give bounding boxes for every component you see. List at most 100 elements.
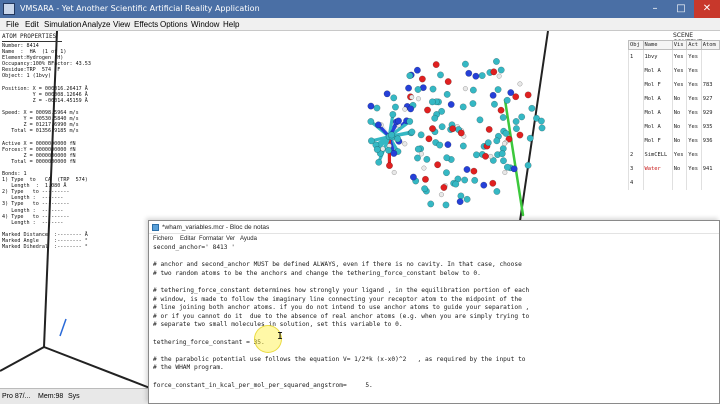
notepad-text-line: # or if you cannot do it due to the abse…: [153, 312, 530, 320]
molecule-atom: [476, 116, 484, 124]
molecule-atom: [507, 89, 515, 97]
molecule-atom: [390, 94, 398, 102]
molecule-atom: [367, 137, 375, 145]
scene-cell-atom: [700, 175, 720, 190]
scene-object-row[interactable]: 2 SimCELL Yes Yes: [628, 147, 720, 162]
molecule-atom: [490, 68, 498, 76]
col-obj[interactable]: Obj: [628, 40, 644, 50]
notepad-menu-formatar[interactable]: Formatar: [199, 234, 223, 244]
menu-simulation[interactable]: Simulation: [42, 18, 83, 31]
molecule-atom: [367, 118, 375, 125]
notepad-text-line: [153, 330, 717, 339]
molecule-atom: [391, 103, 399, 111]
scene-cell-atom: 783: [700, 77, 720, 92]
molecule-atom: [472, 151, 480, 159]
molecule-atom: [528, 104, 536, 112]
scene-object-row[interactable]: 4: [628, 175, 720, 190]
menu-effects[interactable]: Effects: [132, 18, 160, 31]
molecule-atom: [394, 135, 402, 143]
menu-help[interactable]: Help: [221, 18, 241, 31]
scene-cell-atom: [700, 63, 720, 78]
molecule-atom: [434, 161, 442, 169]
notepad-menu-ver[interactable]: Ver: [226, 234, 235, 244]
scene-object-row[interactable]: 1 1bvy Yes Yes: [628, 49, 720, 64]
molecule-atom: [489, 179, 497, 187]
scene-cell-atom: 941: [700, 161, 720, 176]
scene-cell-vis: No: [671, 119, 687, 134]
atom-property-line: Position: X = 000016.26417 Å: [2, 85, 88, 92]
molecule-atom: [456, 198, 464, 206]
scene-object-row[interactable]: Mol A Yes Yes: [628, 63, 720, 78]
protein-molecule[interactable]: [355, 40, 555, 220]
scene-object-row[interactable]: 3 Water No Yes 941: [628, 161, 720, 176]
molecule-atom: [389, 110, 397, 118]
molecule-atom: [469, 86, 477, 94]
close-icon[interactable]: ✕: [694, 0, 720, 18]
notepad-menu-ayuda[interactable]: Ayuda: [240, 234, 257, 244]
scene-cell-act: Yes: [686, 147, 702, 162]
notepad-text-line: [153, 373, 717, 382]
molecule-atom: [414, 145, 422, 153]
molecule-atom: [503, 163, 511, 171]
molecule-atom: [429, 85, 437, 93]
molecule-atom: [502, 129, 510, 137]
scene-object-row[interactable]: Mol A No Yes 929: [628, 105, 720, 120]
scene-object-row[interactable]: Mol F No Yes 936: [628, 133, 720, 148]
molecule-atom: [444, 78, 452, 86]
molecule-atom: [423, 155, 431, 163]
app-menubar: File Edit Simulation Analyze View Effect…: [0, 18, 720, 31]
molecule-atom: [380, 146, 386, 152]
scene-cell-atom: [700, 147, 720, 162]
scene-content-table: Obj Name Vis Act Atom 1 1bvy Yes Yes Mol A Ye…: [628, 40, 720, 190]
molecule-atom: [497, 66, 505, 74]
notepad-text-line: # the WHAM program.: [153, 364, 224, 372]
notepad-text-line: # the parabolic potential use follows th…: [153, 355, 526, 363]
molecule-atom: [438, 192, 444, 198]
col-atom[interactable]: Atom: [700, 40, 720, 50]
col-vis[interactable]: Vis: [671, 40, 688, 50]
menu-view[interactable]: View: [111, 18, 132, 31]
molecule-atom: [428, 98, 436, 106]
scene-cell-vis: [671, 175, 687, 190]
menu-analyze[interactable]: Analyze: [80, 18, 112, 31]
atom-property-line: Total = 01356.9185 m/s: [2, 128, 79, 135]
notepad-titlebar: *wham_variables.mcr - Bloc de notas: [149, 221, 719, 234]
menu-window[interactable]: Window: [189, 18, 221, 31]
molecule-atom: [503, 96, 511, 104]
scene-cell-act: Yes: [686, 63, 702, 78]
molecule-atom: [421, 165, 427, 171]
menu-edit[interactable]: Edit: [23, 18, 41, 31]
notepad-menu-fichero[interactable]: Fichero: [153, 234, 173, 244]
notepad-text-line: # tethering_force_constant determines ho…: [153, 286, 530, 294]
scene-cell-name: SimCELL: [642, 147, 673, 162]
status-progress: Pro 87/...: [2, 393, 31, 400]
molecule-atom: [462, 86, 468, 92]
molecule-atom: [501, 141, 508, 147]
maximize-icon[interactable]: □: [668, 0, 694, 18]
molecule-atom: [459, 103, 467, 111]
molecule-atom: [402, 106, 408, 112]
scene-cell-obj: 2: [628, 147, 643, 162]
molecule-atom: [444, 141, 452, 149]
col-name[interactable]: Name: [642, 40, 673, 50]
menu-file[interactable]: File: [4, 18, 21, 31]
notepad-window[interactable]: *wham_variables.mcr - Bloc de notas Fich…: [148, 220, 720, 404]
notepad-text-area[interactable]: second_anchor=' 8413 ' # anchor and secon…: [153, 244, 717, 404]
molecule-atom: [424, 106, 431, 114]
text-cursor-icon: I: [277, 331, 284, 342]
scene-object-row[interactable]: Mol A No Yes 935: [628, 119, 720, 134]
notepad-menu-editar[interactable]: Editar: [180, 234, 196, 244]
scene-object-row[interactable]: Mol A No Yes 927: [628, 91, 720, 106]
scene-object-row[interactable]: Mol F Yes Yes 783: [628, 77, 720, 92]
minimize-icon[interactable]: –: [642, 0, 668, 18]
molecule-atom: [512, 125, 520, 133]
molecule-atom: [422, 175, 429, 183]
molecule-atom: [418, 75, 426, 83]
molecule-atom: [418, 151, 425, 157]
menu-options[interactable]: Options: [158, 18, 190, 31]
col-act[interactable]: Act: [686, 40, 702, 50]
scene-cell-vis: Yes: [671, 147, 687, 162]
molecule-atom: [383, 90, 391, 98]
molecule-atom: [485, 125, 493, 133]
atom-property-line: Marked Dihedral :-------- °: [2, 244, 88, 251]
